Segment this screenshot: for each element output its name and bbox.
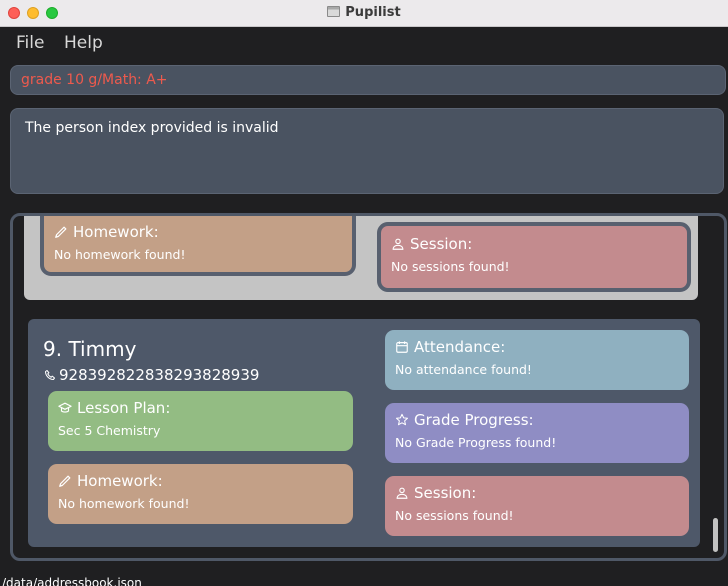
grade-progress-title-row: Grade Progress: <box>395 411 679 429</box>
session-tile: Session: No sessions found! <box>377 222 691 292</box>
lesson-plan-title: Lesson Plan: <box>77 399 171 417</box>
homework-tile: Homework: No homework found! <box>40 216 356 276</box>
person-phone: 92839282283829382893​9 <box>59 366 260 384</box>
homework-body: No homework found! <box>58 496 190 511</box>
result-text: The person index provided is invalid <box>25 120 279 136</box>
command-input-text: grade 10 g/Math: A+ <box>21 72 168 88</box>
status-bar-path: /data/addressbook.json <box>2 576 142 586</box>
result-display: The person index provided is invalid <box>10 108 724 194</box>
homework-tile: Homework: No homework found! <box>48 464 353 524</box>
graduation-cap-icon <box>58 402 72 413</box>
attendance-title: Attendance: <box>414 338 506 356</box>
attendance-tile: Attendance: No attendance found! <box>385 330 689 390</box>
window-title-wrap: Pupilist <box>0 5 728 20</box>
person-icon <box>396 487 408 499</box>
session-title-row: Session: <box>395 484 679 502</box>
attendance-body: No attendance found! <box>395 362 532 377</box>
star-icon <box>395 413 409 426</box>
person-phone-row: 92839282283829382893​9 <box>44 366 259 384</box>
session-body: No sessions found! <box>395 508 514 523</box>
lesson-plan-title-row: Lesson Plan: <box>58 399 343 417</box>
homework-title-row: Homework: <box>54 223 342 241</box>
calendar-icon <box>396 341 408 353</box>
person-list-panel[interactable]: Homework: No homework found! Session: No… <box>10 213 727 561</box>
grade-progress-title: Grade Progress: <box>414 411 534 429</box>
person-card-selected[interactable]: Homework: No homework found! Session: No… <box>24 216 698 300</box>
homework-title: Homework: <box>77 472 163 490</box>
session-title: Session: <box>414 484 477 502</box>
attendance-title-row: Attendance: <box>395 338 679 356</box>
menu-bar: File Help <box>0 28 728 58</box>
homework-title: Homework: <box>73 223 159 241</box>
lesson-plan-tile: Lesson Plan: Sec 5 Chemistry <box>48 391 353 451</box>
phone-icon <box>44 369 56 381</box>
session-body: No sessions found! <box>391 259 510 274</box>
app-icon <box>327 6 341 17</box>
session-title: Session: <box>410 235 473 253</box>
window-title: Pupilist <box>345 5 401 20</box>
person-name: 9. Timmy <box>43 337 137 361</box>
session-title-row: Session: <box>391 235 677 253</box>
session-tile: Session: No sessions found! <box>385 476 689 536</box>
menu-help[interactable]: Help <box>64 33 103 53</box>
person-card[interactable]: 9. Timmy 92839282283829382893​9 Lesson P… <box>28 319 700 547</box>
menu-file[interactable]: File <box>16 33 44 53</box>
person-icon <box>392 238 404 250</box>
list-scrollbar[interactable] <box>713 518 718 552</box>
lesson-plan-body: Sec 5 Chemistry <box>58 423 161 438</box>
pencil-icon <box>59 475 71 487</box>
status-bar: /data/addressbook.json <box>0 575 728 586</box>
grade-progress-body: No Grade Progress found! <box>395 435 557 450</box>
pencil-icon <box>55 226 67 238</box>
title-bar: Pupilist <box>0 0 728 27</box>
grade-progress-tile: Grade Progress: No Grade Progress found! <box>385 403 689 463</box>
homework-body: No homework found! <box>54 247 186 262</box>
homework-title-row: Homework: <box>58 472 343 490</box>
command-input[interactable]: grade 10 g/Math: A+ <box>10 65 726 95</box>
